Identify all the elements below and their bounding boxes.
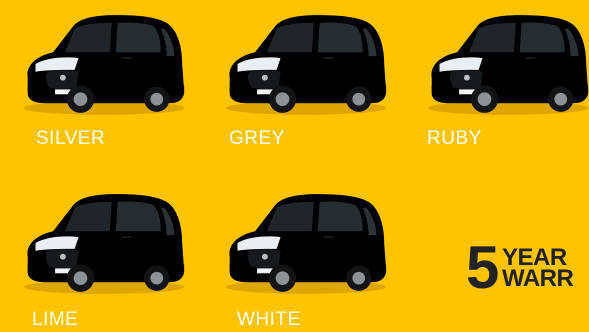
warranty-line-2: WARR <box>502 265 574 292</box>
warranty-badge: 5 YEAR WARR <box>466 242 589 300</box>
color-label-white: WHITE <box>237 309 301 330</box>
car-lime-graphic: #car3 .b{fill:#8bb425;} #car3 .s{fill:#5… <box>14 188 190 296</box>
color-label-grey: GREY <box>229 128 285 149</box>
color-label-silver: SILVER <box>36 128 106 149</box>
car-grey-graphic: #car1 .b{fill:#7a6a5c;} #car1 .s{fill:#4… <box>216 9 392 117</box>
warranty-number: 5 <box>466 242 500 300</box>
car-image-lime[interactable]: #car3 .b{fill:#8bb425;} #car3 .s{fill:#5… <box>14 188 190 296</box>
car-image-grey[interactable]: #car1 .b{fill:#7a6a5c;} #car1 .s{fill:#4… <box>216 9 392 117</box>
car-white-graphic: #car4 .b{fill:#f1f1f1;} #car4 .s{fill:#b… <box>216 188 392 296</box>
car-silver-graphic: #car0 .b{fill:#c9cbcd;} #car0 .s{fill:#8… <box>14 9 190 117</box>
car-image-white[interactable]: #car4 .b{fill:#f1f1f1;} #car4 .s{fill:#b… <box>216 188 392 296</box>
color-label-ruby: RUBY <box>427 128 482 149</box>
car-image-silver[interactable]: #car0 .b{fill:#c9cbcd;} #car0 .s{fill:#8… <box>14 9 190 117</box>
car-image-ruby[interactable]: #car2 .b{fill:#d6192a;} #car2 .s{fill:#8… <box>418 9 589 117</box>
color-label-lime: LIME <box>32 309 79 330</box>
car-ruby-graphic: #car2 .b{fill:#d6192a;} #car2 .s{fill:#8… <box>418 9 589 117</box>
